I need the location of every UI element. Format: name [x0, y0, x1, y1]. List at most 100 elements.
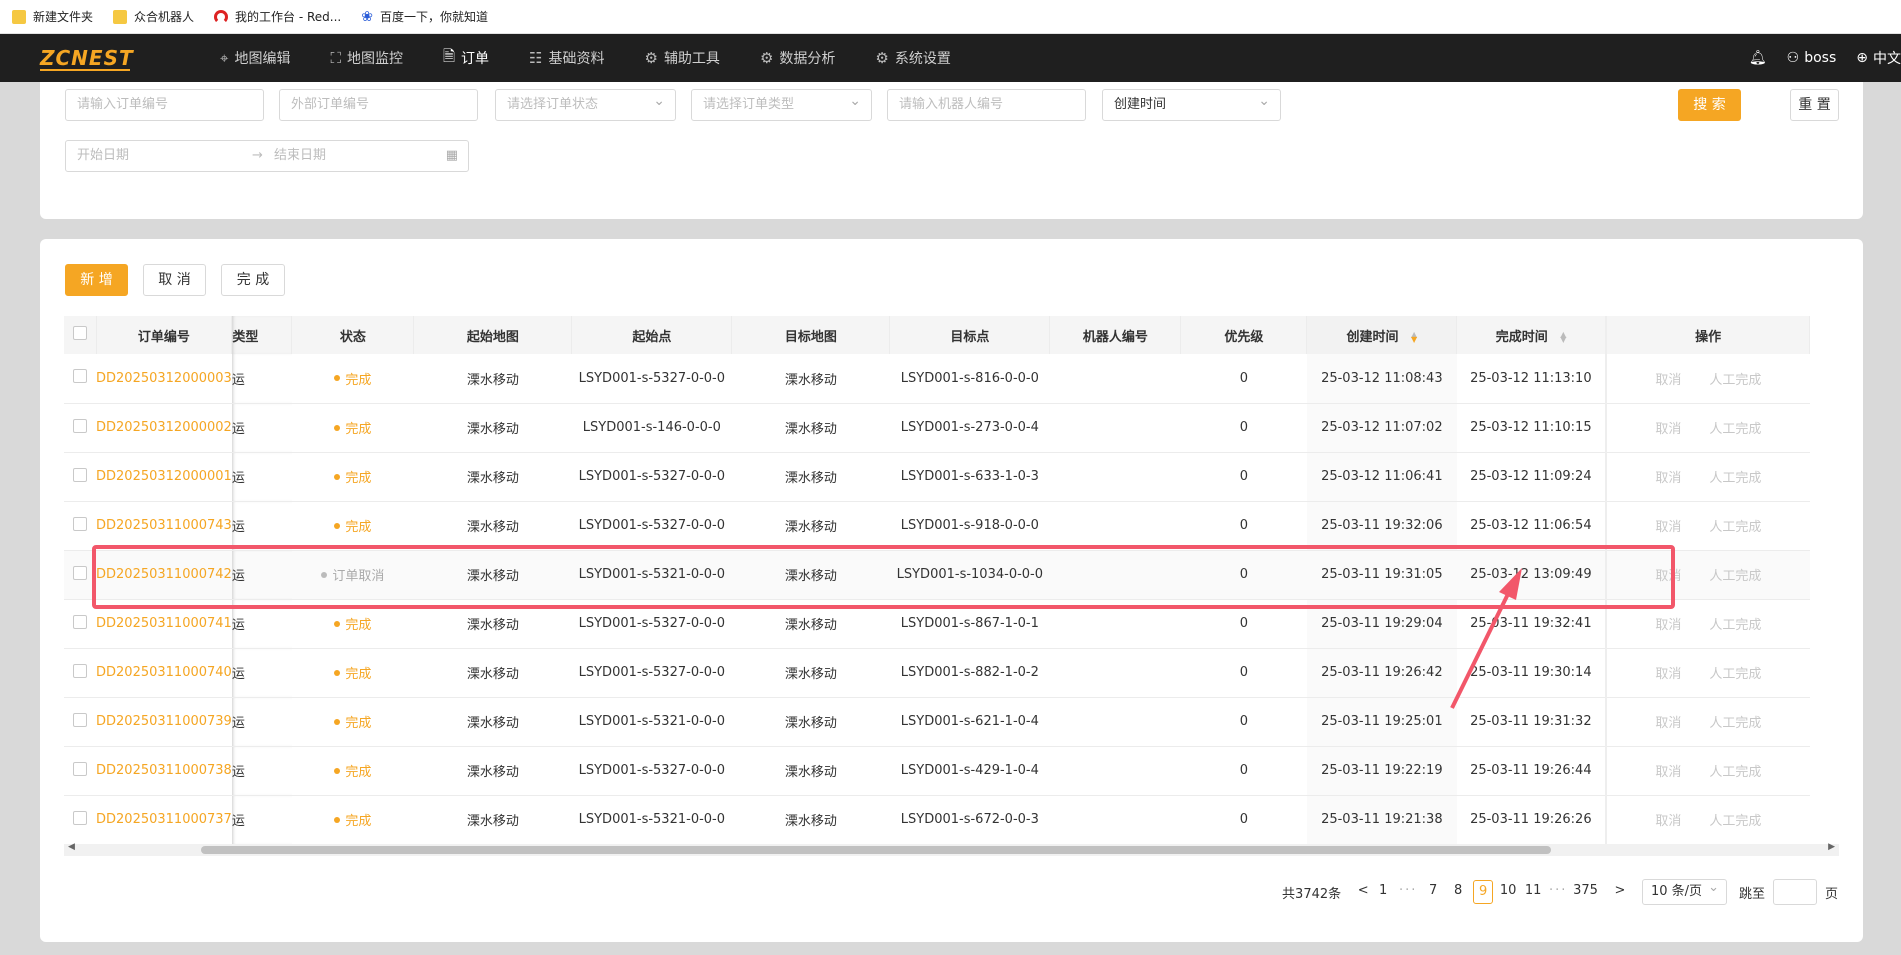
row-checkbox[interactable]	[73, 614, 87, 629]
row-manual-complete-link[interactable]: 人工完成	[1709, 373, 1761, 388]
page-button[interactable]: 1	[1373, 880, 1393, 904]
row-cancel-link[interactable]: 取消	[1655, 520, 1681, 535]
language-switch[interactable]: ⊕ 中文	[1856, 48, 1901, 68]
cancel-button[interactable]: 取 消	[143, 264, 206, 296]
row-manual-complete-link[interactable]: 人工完成	[1709, 422, 1761, 437]
sort-icon[interactable]: ▲ ▼	[1411, 331, 1417, 344]
row-checkbox[interactable]	[73, 516, 87, 531]
order-no-link[interactable]: DD20250311000738	[96, 763, 232, 778]
row-manual-complete-link[interactable]: 人工完成	[1709, 814, 1761, 829]
time-type-select[interactable]: 创建时间	[1102, 86, 1281, 121]
row-checkbox[interactable]	[73, 810, 87, 825]
row-manual-complete-link[interactable]: 人工完成	[1709, 471, 1761, 486]
robot-no-input[interactable]: 请输入机器人编号	[887, 89, 1086, 121]
horizontal-scrollbar[interactable]: ◀ ▶	[64, 842, 1839, 856]
reset-button[interactable]: 重 置	[1790, 89, 1839, 121]
row-cancel-link[interactable]: 取消	[1655, 765, 1681, 780]
scrollbar-thumb[interactable]	[201, 846, 1551, 854]
order-no-link[interactable]: DD20250311000742	[96, 567, 232, 582]
order-no-link[interactable]: DD20250311000737	[96, 812, 232, 827]
add-button[interactable]: 新 增	[65, 264, 128, 296]
row-manual-complete-link[interactable]: 人工完成	[1709, 765, 1761, 780]
page-button[interactable]: 10	[1498, 880, 1518, 904]
bell-icon[interactable]: 🔔︎	[1749, 50, 1767, 66]
page-button[interactable]: 9	[1473, 880, 1494, 904]
nav-item-0[interactable]: ⌖ 地图编辑	[220, 34, 290, 82]
row-manual-complete-link[interactable]: 人工完成	[1709, 569, 1761, 584]
row-checkbox[interactable]	[73, 418, 87, 433]
page-ellipsis[interactable]: ···	[1398, 880, 1418, 904]
col-header-finished-time[interactable]: 完成时间 ▲ ▼	[1456, 316, 1607, 354]
page-ellipsis[interactable]: ···	[1548, 880, 1568, 904]
table-row[interactable]: DD20250311000743 运 完成 溧水移动 LSYD001-s-5327-0-…	[64, 501, 1810, 551]
page-button[interactable]: 375	[1573, 880, 1598, 904]
row-cancel-link[interactable]: 取消	[1655, 618, 1681, 633]
order-no-link[interactable]: DD20250311000739	[96, 714, 232, 729]
sort-icon[interactable]: ▲ ▼	[1560, 331, 1566, 344]
bookmark-item[interactable]: ❀ 百度一下，你就知道	[361, 8, 488, 25]
order-no-link[interactable]: DD20250311000741	[96, 616, 232, 631]
row-checkbox[interactable]	[73, 467, 87, 482]
order-status-select[interactable]: 请选择订单状态	[495, 86, 676, 121]
row-manual-complete-link[interactable]: 人工完成	[1709, 618, 1761, 633]
start-date-input[interactable]: 开始日期	[77, 148, 129, 163]
page-button[interactable]: 8	[1448, 880, 1468, 904]
bookmark-item[interactable]: 新建文件夹	[12, 8, 93, 25]
nav-item-6[interactable]: ⚙ 系统设置	[875, 34, 950, 82]
row-manual-complete-link[interactable]: 人工完成	[1709, 716, 1761, 731]
order-no-link[interactable]: DD20250312000002	[96, 420, 232, 435]
row-cancel-link[interactable]: 取消	[1655, 667, 1681, 682]
end-date-input[interactable]: 结束日期	[274, 141, 326, 171]
row-manual-complete-link[interactable]: 人工完成	[1709, 520, 1761, 535]
row-cancel-link[interactable]: 取消	[1655, 422, 1681, 437]
table-row[interactable]: DD20250311000739 运 完成 溧水移动 LSYD001-s-5321-0-…	[64, 697, 1810, 747]
external-order-no-input[interactable]: 外部订单编号	[279, 89, 478, 121]
row-checkbox[interactable]	[73, 712, 87, 727]
row-checkbox[interactable]	[73, 565, 87, 580]
order-no-link[interactable]: DD20250311000740	[96, 665, 232, 680]
nav-item-5[interactable]: ⚙ 数据分析	[760, 34, 835, 82]
order-type-select[interactable]: 请选择订单类型	[691, 86, 872, 121]
user-menu[interactable]: ⚇ boss	[1787, 50, 1837, 66]
row-cancel-link[interactable]: 取消	[1655, 373, 1681, 388]
table-row[interactable]: DD20250311000740 运 完成 溧水移动 LSYD001-s-5327-0-…	[64, 648, 1810, 698]
page-button[interactable]: 11	[1523, 880, 1543, 904]
table-row[interactable]: DD20250311000741 运 完成 溧水移动 LSYD001-s-5327-0-…	[64, 599, 1810, 649]
row-checkbox[interactable]	[73, 761, 87, 776]
nav-item-4[interactable]: ⚙ 辅助工具	[644, 34, 719, 82]
row-manual-complete-link[interactable]: 人工完成	[1709, 667, 1761, 682]
jump-page-input[interactable]	[1772, 879, 1817, 905]
complete-button[interactable]: 完 成	[221, 264, 285, 296]
next-page-button[interactable]: >	[1610, 880, 1630, 904]
table-row[interactable]: DD20250311000738 运 完成 溧水移动 LSYD001-s-5327-0-…	[64, 746, 1810, 796]
row-checkbox[interactable]	[73, 663, 87, 678]
order-no-link[interactable]: DD20250311000743	[96, 518, 232, 533]
page-size-select[interactable]: 10 条/页	[1641, 876, 1727, 905]
order-no-link[interactable]: DD20250312000001	[96, 469, 232, 484]
prev-page-button[interactable]: <	[1353, 880, 1373, 904]
table-row[interactable]: DD20250311000742 运 订单取消 溧水移动 LSYD001-s-5321-…	[64, 550, 1810, 600]
bookmark-item[interactable]: 众合机器人	[113, 8, 194, 25]
nav-item-1[interactable]: ⛶ 地图监控	[330, 34, 403, 82]
search-button[interactable]: 搜 索	[1678, 89, 1741, 121]
page-button[interactable]: 7	[1423, 880, 1443, 904]
row-cancel-link[interactable]: 取消	[1655, 569, 1681, 584]
row-cancel-link[interactable]: 取消	[1655, 716, 1681, 731]
scroll-right-icon[interactable]: ▶	[1828, 842, 1835, 852]
date-range-picker[interactable]: 开始日期 → 结束日期 ▦	[65, 140, 469, 172]
row-cancel-link[interactable]: 取消	[1655, 814, 1681, 829]
bookmark-item[interactable]: 我的工作台 - Red...	[214, 8, 341, 25]
row-cancel-link[interactable]: 取消	[1655, 471, 1681, 486]
table-row[interactable]: DD20250311000737 运 完成 溧水移动 LSYD001-s-5321-0-…	[64, 795, 1810, 845]
table-row[interactable]: DD20250312000001 运 完成 溧水移动 LSYD001-s-5327-0-…	[64, 452, 1810, 502]
zcnest-logo[interactable]: ZCNEST	[0, 34, 140, 82]
table-row[interactable]: DD20250312000003 运 完成 溧水移动 LSYD001-s-5327-0-…	[64, 354, 1810, 404]
order-no-input[interactable]: 请输入订单编号	[65, 89, 264, 121]
nav-item-2[interactable]: 🗎 订单	[443, 34, 489, 82]
nav-item-3[interactable]: ☷ 基础资料	[529, 34, 604, 82]
table-row[interactable]: DD20250312000002 运 完成 溧水移动 LSYD001-s-146-0-0…	[64, 403, 1810, 453]
order-no-link[interactable]: DD20250312000003	[96, 371, 232, 386]
scroll-left-icon[interactable]: ◀	[68, 842, 75, 852]
select-all-checkbox[interactable]	[72, 326, 87, 340]
col-header-created-time[interactable]: 创建时间 ▲ ▼	[1306, 316, 1458, 354]
